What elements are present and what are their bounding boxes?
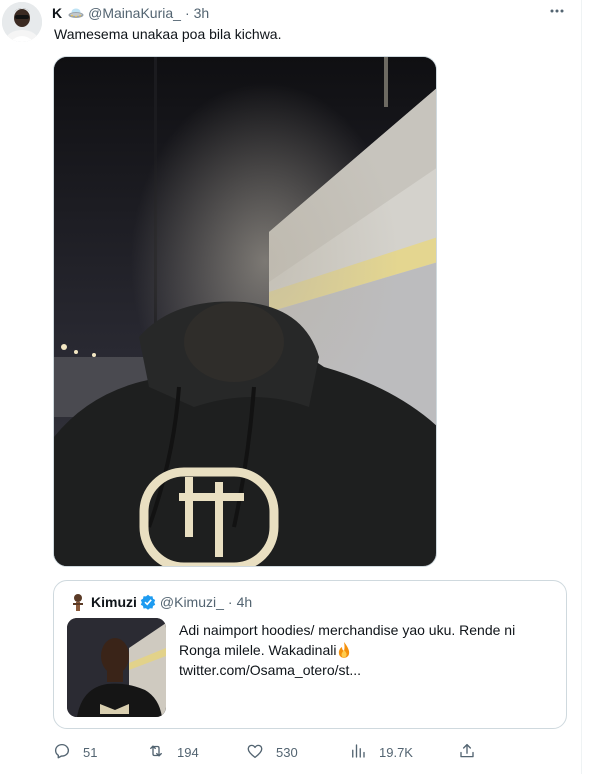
fire-emoji-icon	[337, 642, 351, 658]
quoted-author-handle: @Kimuzi_	[159, 594, 224, 610]
tweet-time[interactable]: 3h	[194, 5, 210, 21]
verified-badge-icon	[140, 594, 156, 610]
author-handle[interactable]: @MainaKuria_	[88, 5, 181, 21]
quoted-tweet-photo[interactable]	[67, 618, 166, 717]
separator-dot: ·	[227, 594, 233, 610]
quoted-tweet-text: Adi naimport hoodies/ merchandise yao uk…	[179, 620, 559, 680]
quoted-author-name: Kimuzi	[91, 594, 137, 610]
tweet-photo[interactable]	[53, 56, 437, 567]
retweet-count: 194	[177, 744, 199, 760]
retweet-button[interactable]: 194	[147, 740, 199, 764]
reply-button[interactable]: 51	[53, 740, 97, 764]
like-count: 530	[276, 744, 298, 760]
heart-icon	[246, 742, 264, 763]
views-button[interactable]: 19.7K	[349, 740, 413, 764]
reply-icon	[53, 742, 71, 763]
tweet-card[interactable]: K @MainaKuria_ · 3h Wamesema unakaa poa …	[0, 0, 582, 774]
retweet-icon	[147, 742, 165, 763]
quoted-tweet-link[interactable]: twitter.com/Osama_otero/st...	[179, 660, 559, 680]
share-icon	[458, 742, 476, 763]
author-avatar[interactable]	[2, 2, 42, 42]
quoted-tweet-time: 4h	[236, 594, 253, 610]
separator-dot: ·	[184, 5, 190, 21]
reply-count: 51	[83, 744, 98, 760]
more-icon[interactable]	[546, 2, 568, 20]
like-button[interactable]: 530	[246, 740, 298, 764]
quoted-tweet[interactable]: Kimuzi @Kimuzi_ · 4h Adi naimport hoodie…	[53, 580, 567, 729]
tweet-header: K @MainaKuria_ · 3h	[52, 4, 209, 22]
tweet-actions-bar: 51 194 530 19.7K	[53, 740, 483, 764]
quoted-author-avatar[interactable]	[69, 593, 87, 611]
views-count: 19.7K	[379, 744, 413, 760]
share-button[interactable]	[458, 740, 476, 764]
ufo-emoji-icon	[68, 6, 84, 20]
quoted-text-line-2-text: Ronga milele. Wakadinali	[179, 642, 337, 658]
author-name[interactable]: K	[52, 5, 62, 21]
views-icon	[349, 742, 367, 763]
quoted-text-line-1: Adi naimport hoodies/ merchandise yao uk…	[179, 622, 516, 638]
quoted-tweet-header: Kimuzi @Kimuzi_ · 4h	[69, 592, 252, 612]
tweet-text: Wamesema unakaa poa bila kichwa.	[54, 26, 282, 42]
quoted-text-line-2: Ronga milele. Wakadinali	[179, 640, 559, 660]
